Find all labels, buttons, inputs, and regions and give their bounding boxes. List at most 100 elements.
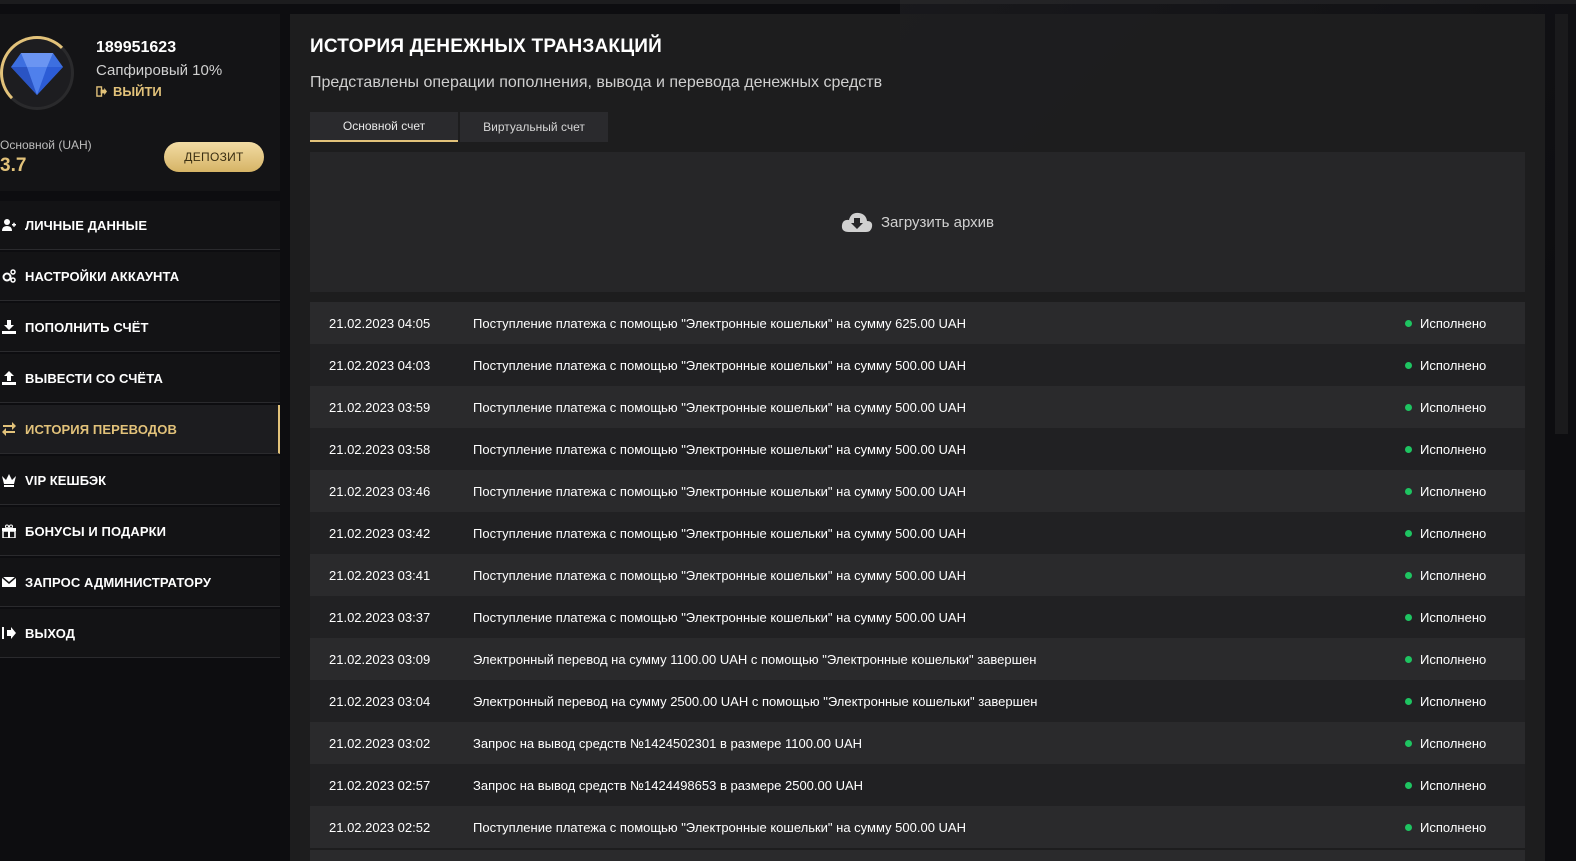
logout-label: ВЫЙТИ: [113, 84, 162, 99]
status-text: Исполнено: [1420, 483, 1487, 499]
transaction-description: Поступление платежа с помощью "Электронн…: [473, 819, 966, 835]
transaction-description: Поступление платежа с помощью "Электронн…: [473, 399, 966, 415]
tab-main-account[interactable]: Основной счет: [310, 112, 458, 142]
sapphire-diamond-icon: [11, 53, 63, 95]
transaction-date: 21.02.2023 03:02: [329, 735, 431, 751]
transaction-date: 21.02.2023 02:52: [329, 819, 431, 835]
status-badge: Исполнено: [1405, 820, 1525, 835]
sidebar-item-label: ЗАПРОС АДМИНИСТРАТОРУ: [25, 574, 212, 590]
status-text: Исполнено: [1420, 777, 1487, 793]
status-badge: Исполнено: [1405, 316, 1525, 331]
transaction-date: 21.02.2023 03:09: [329, 651, 431, 667]
status-dot-icon: [1405, 781, 1412, 789]
transaction-description: Поступление платежа с помощью "Электронн…: [473, 441, 966, 457]
archive-label: Загрузить архив: [880, 213, 995, 231]
status-badge: Исполнено: [1405, 442, 1525, 457]
page-subtitle: Представлены операции пополнения, вывода…: [310, 74, 883, 91]
transaction-date: 21.02.2023 04:05: [329, 315, 431, 331]
status-badge: Исполнено: [1405, 526, 1525, 541]
sidebar-item-transfer-history[interactable]: ИСТОРИЯ ПЕРЕВОДОВ: [0, 405, 280, 454]
table-row: 21.02.2023 03:02 Запрос на вывод средств …: [310, 722, 1525, 764]
user-level: Сапфировый 10%: [96, 62, 223, 79]
table-row: 21.02.2023 02:57 Запрос на вывод средств …: [310, 764, 1525, 806]
status-badge: Исполнено: [1405, 778, 1525, 793]
scrollbar[interactable]: [1555, 14, 1568, 434]
transaction-date: 21.02.2023 02:57: [329, 777, 431, 793]
sidebar-item-vip-cashback[interactable]: VIP КЕШБЭК: [0, 456, 280, 505]
transaction-date: 21.02.2023 03:42: [329, 525, 431, 541]
sidebar-item-withdraw[interactable]: ВЫВЕСТИ СО СЧЁТА: [0, 354, 280, 403]
status-badge: Исполнено: [1405, 736, 1525, 751]
transaction-description: Поступление платежа с помощью "Электронн…: [473, 483, 966, 499]
status-badge: Исполнено: [1405, 400, 1525, 415]
main-panel: ИСТОРИЯ ДЕНЕЖНЫХ ТРАНЗАКЦИЙ Представлены…: [290, 14, 1545, 861]
sidebar-item-deposit[interactable]: ПОПОЛНИТЬ СЧЁТ: [0, 303, 280, 352]
logout-link[interactable]: ВЫЙТИ: [96, 84, 162, 99]
transaction-description: Запрос на вывод средств №1424498653 в ра…: [473, 777, 864, 793]
sidebar-item-label: ВЫХОД: [25, 625, 76, 641]
status-text: Исполнено: [1420, 819, 1487, 835]
transaction-description: Электронный перевод на сумму 1100.00 UAH…: [473, 651, 1037, 667]
table-row: 21.02.2023 03:58 Поступление платежа с по…: [310, 428, 1525, 470]
download-archive-button[interactable]: Загрузить архив: [310, 152, 1525, 292]
status-dot-icon: [1405, 319, 1412, 327]
table-row: 21.02.2023 02:52 Поступление платежа с по…: [310, 806, 1525, 848]
table-row: 21.02.2023 03:09 Электронный перевод на с…: [310, 638, 1525, 680]
status-dot-icon: [1405, 613, 1412, 621]
status-text: Исполнено: [1420, 525, 1487, 541]
table-row: 21.02.2023 03:04 Электронный перевод на с…: [310, 680, 1525, 722]
status-text: Исполнено: [1420, 567, 1487, 583]
status-dot-icon: [1405, 487, 1412, 495]
sidebar-item-admin-request[interactable]: ЗАПРОС АДМИНИСТРАТОРУ: [0, 558, 280, 607]
transaction-description: Поступление платежа с помощью "Электронн…: [473, 609, 966, 625]
sidebar-item-label: VIP КЕШБЭК: [25, 472, 107, 488]
transaction-description: Электронный перевод на сумму 2500.00 UAH…: [473, 693, 1038, 709]
envelope-icon: [2, 575, 16, 589]
status-dot-icon: [1405, 739, 1412, 747]
table-row: 21.02.2023 03:59 Поступление платежа с по…: [310, 386, 1525, 428]
logout-icon: [2, 626, 16, 640]
status-badge: Исполнено: [1405, 358, 1525, 373]
status-text: Исполнено: [1420, 693, 1487, 709]
profile-card: 189951623 Сапфировый 10% ВЫЙТИ Основной …: [0, 14, 280, 191]
transaction-description: Поступление платежа с помощью "Электронн…: [473, 357, 966, 373]
tab-virtual-account[interactable]: Виртуальный счет: [460, 112, 608, 142]
sidebar-item-label: ВЫВЕСТИ СО СЧЁТА: [25, 370, 163, 386]
upload-icon: [2, 371, 16, 385]
table-row: 21.02.2023 03:37 Поступление платежа с по…: [310, 596, 1525, 638]
table-row: 21.02.2023 04:03 Поступление платежа с по…: [310, 344, 1525, 386]
transaction-date: 21.02.2023 03:59: [329, 399, 431, 415]
status-badge: Исполнено: [1405, 484, 1525, 499]
deposit-button[interactable]: ДЕПОЗИТ: [164, 142, 264, 172]
avatar: [0, 36, 74, 110]
account-tabs: Основной счет Виртуальный счет: [310, 112, 608, 142]
status-text: Исполнено: [1420, 399, 1487, 415]
transaction-description: Поступление платежа с помощью "Электронн…: [473, 315, 966, 331]
sidebar-item-label: ИСТОРИЯ ПЕРЕВОДОВ: [25, 421, 177, 437]
transaction-date: 21.02.2023 03:41: [329, 567, 431, 583]
status-dot-icon: [1405, 361, 1412, 369]
sidebar-item-personal-data[interactable]: ЛИЧНЫЕ ДАННЫЕ: [0, 201, 280, 250]
user-id: 189951623: [96, 39, 177, 56]
sidebar-item-bonuses[interactable]: БОНУСЫ И ПОДАРКИ: [0, 507, 280, 556]
status-dot-icon: [1405, 823, 1412, 831]
status-badge: Исполнено: [1405, 568, 1525, 583]
status-text: Исполнено: [1420, 609, 1487, 625]
transfer-icon: [2, 422, 16, 436]
status-text: Исполнено: [1420, 357, 1487, 373]
table-row-partial: [310, 850, 1525, 861]
sidebar-item-logout[interactable]: ВЫХОД: [0, 609, 280, 658]
transaction-date: 21.02.2023 03:37: [329, 609, 431, 625]
crown-icon: [2, 473, 16, 487]
status-text: Исполнено: [1420, 441, 1487, 457]
sidebar-item-account-settings[interactable]: НАСТРОЙКИ АККАУНТА: [0, 252, 280, 301]
user-add-icon: [2, 218, 16, 232]
page-title: ИСТОРИЯ ДЕНЕЖНЫХ ТРАНЗАКЦИЙ: [310, 36, 662, 57]
sidebar: 189951623 Сапфировый 10% ВЫЙТИ Основной …: [0, 14, 280, 660]
status-badge: Исполнено: [1405, 652, 1525, 667]
sidebar-menu: ЛИЧНЫЕ ДАННЫЕ НАСТРОЙКИ АККАУНТА ПОПОЛНИ…: [0, 201, 280, 658]
status-dot-icon: [1405, 697, 1412, 705]
transaction-description: Поступление платежа с помощью "Электронн…: [473, 567, 966, 583]
transaction-description: Поступление платежа с помощью "Электронн…: [473, 525, 966, 541]
sidebar-item-label: БОНУСЫ И ПОДАРКИ: [25, 523, 167, 539]
